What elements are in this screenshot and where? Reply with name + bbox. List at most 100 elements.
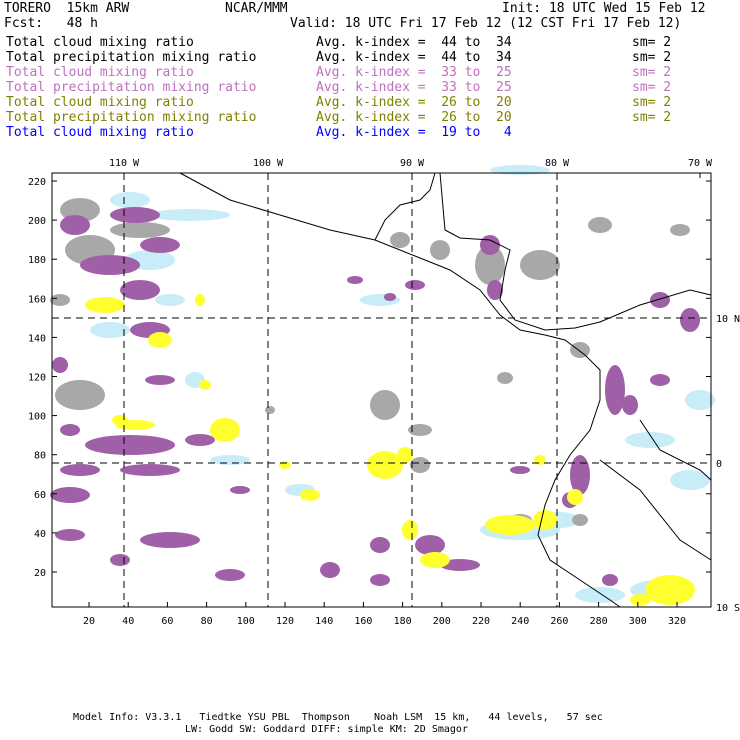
right-lat-label: 10 S <box>716 603 740 614</box>
bottom-x-tick-label: 220 <box>472 616 490 627</box>
bottom-x-tick-label: 100 <box>237 616 255 627</box>
lightblue-field-blob <box>110 192 150 208</box>
purple-field-blob <box>602 574 618 586</box>
yellow-field-blob <box>300 489 320 501</box>
purple-field-blob <box>570 455 590 495</box>
bottom-x-tick-label: 180 <box>394 616 412 627</box>
purple-field-blob <box>320 562 340 578</box>
purple-field-blob <box>384 293 396 301</box>
yellow-field-blob <box>279 461 291 469</box>
model-info-line2: LW: Godd SW: Goddard DIFF: simple KM: 2D… <box>185 724 468 735</box>
bottom-x-tick-label: 120 <box>276 616 294 627</box>
bottom-x-tick-label: 160 <box>354 616 372 627</box>
gray-field-blob <box>410 457 430 473</box>
purple-field-blob <box>215 569 245 581</box>
yellow-field-blob <box>567 489 583 505</box>
gray-field-blob <box>50 294 70 306</box>
gray-field-blob <box>55 380 105 410</box>
purple-field-blob <box>60 215 90 235</box>
purple-field-blob <box>510 466 530 474</box>
right-lat-label: 0 <box>716 459 722 470</box>
top-lon-label: 80 W <box>545 158 570 169</box>
purple-field-blob <box>85 435 175 455</box>
yellow-field-blob <box>645 575 695 605</box>
purple-field-blob <box>480 235 500 255</box>
purple-field-blob <box>120 280 160 300</box>
bottom-x-tick-label: 240 <box>511 616 529 627</box>
left-y-tick-label: 120 <box>28 373 46 384</box>
left-y-tick-label: 220 <box>28 177 46 188</box>
bottom-x-tick-label: 40 <box>122 616 134 627</box>
right-lat-label: 10 N <box>716 314 740 325</box>
bottom-x-tick-label: 300 <box>629 616 647 627</box>
purple-field-blob <box>145 375 175 385</box>
yellow-field-blob <box>148 332 172 348</box>
purple-field-blob <box>140 237 180 253</box>
gray-field-blob <box>390 232 410 248</box>
purple-field-blob <box>370 574 390 586</box>
left-y-tick-label: 180 <box>28 255 46 266</box>
purple-field-blob <box>110 554 130 566</box>
left-y-tick-label: 60 <box>34 490 46 501</box>
gray-field-blob <box>430 240 450 260</box>
yellow-field-blob <box>420 552 450 568</box>
gray-field-blob <box>588 217 612 233</box>
purple-field-blob <box>52 357 68 373</box>
purple-field-blob <box>405 280 425 290</box>
left-y-tick-label: 40 <box>34 529 46 540</box>
yellow-field-blob <box>115 420 155 430</box>
lightblue-field-blob <box>575 587 625 603</box>
yellow-field-blob <box>210 418 240 442</box>
top-lon-label: 90 W <box>400 158 425 169</box>
yellow-field-blob <box>195 294 205 306</box>
left-y-tick-label: 80 <box>34 451 46 462</box>
top-lon-label: 110 W <box>109 158 140 169</box>
yellow-field-blob <box>199 380 211 390</box>
purple-field-blob <box>230 486 250 494</box>
purple-field-blob <box>650 292 670 308</box>
gray-field-blob <box>265 406 275 414</box>
purple-field-blob <box>347 276 363 284</box>
bottom-x-tick-label: 320 <box>668 616 686 627</box>
bottom-x-tick-label: 200 <box>433 616 451 627</box>
bottom-x-tick-label: 20 <box>83 616 95 627</box>
purple-field-blob <box>60 424 80 436</box>
yellow-field-blob <box>402 520 418 540</box>
gray-field-blob <box>670 224 690 236</box>
gray-field-blob <box>520 250 560 280</box>
bottom-x-tick-label: 280 <box>590 616 608 627</box>
yellow-field-blob <box>533 510 557 530</box>
bottom-x-tick-label: 60 <box>161 616 173 627</box>
purple-field-blob <box>415 535 445 555</box>
purple-field-blob <box>622 395 638 415</box>
left-y-tick-label: 140 <box>28 333 46 344</box>
purple-field-blob <box>370 537 390 553</box>
purple-field-blob <box>140 532 200 548</box>
bottom-x-tick-label: 80 <box>201 616 213 627</box>
purple-field-blob <box>50 487 90 503</box>
purple-field-blob <box>120 464 180 476</box>
gray-field-blob <box>110 222 170 238</box>
yellow-field-blob <box>397 447 413 463</box>
purple-field-blob <box>60 464 100 476</box>
left-y-tick-label: 100 <box>28 412 46 423</box>
yellow-field-blob <box>85 297 125 313</box>
gray-field-blob <box>570 342 590 358</box>
purple-field-blob <box>110 207 160 223</box>
lightblue-field-blob <box>155 294 185 306</box>
bottom-x-tick-label: 140 <box>315 616 333 627</box>
yellow-field-blob <box>485 515 535 535</box>
gray-field-blob <box>572 514 588 526</box>
left-y-tick-label: 160 <box>28 294 46 305</box>
lightblue-field-blob <box>150 209 230 221</box>
purple-field-blob <box>680 308 700 332</box>
map: 110 W 100 W 90 W 80 W 70 W 10 N 0 10 S 220 200 180… <box>28 158 740 627</box>
gray-field-blob <box>497 372 513 384</box>
left-y-tick-label: 20 <box>34 568 46 579</box>
purple-field-blob <box>80 255 140 275</box>
purple-field-blob <box>605 365 625 415</box>
purple-field-blob <box>55 529 85 541</box>
top-lon-label: 100 W <box>253 158 284 169</box>
left-y-tick-label: 200 <box>28 216 46 227</box>
top-lon-label: 70 W <box>688 158 713 169</box>
